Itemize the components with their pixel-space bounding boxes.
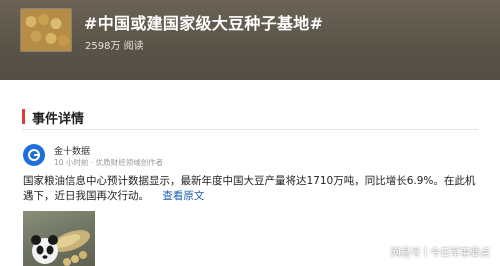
source-watermark: 网易号 | 今日军事要点: [391, 243, 490, 259]
topic-cover-image[interactable]: [20, 8, 72, 52]
panda-soybean-illustration: [31, 230, 91, 266]
watermark-account: 今日军事要点: [430, 247, 490, 259]
article-image[interactable]: [23, 211, 95, 266]
topic-title: #中国或建国家级大豆种子基地#: [84, 14, 324, 33]
author-meta: 10 小时前 · 优质财经领域创作者: [54, 158, 164, 167]
topic-banner: #中国或建国家级大豆种子基地# 2598万 阅读: [0, 0, 500, 80]
article-text: 国家粮油信息中心预计数据显示，最新年度中国大豆产量将达1710万吨，同比增长6.…: [23, 175, 476, 202]
divider: [22, 129, 478, 130]
article-content: 国家粮油信息中心预计数据显示，最新年度中国大豆产量将达1710万吨，同比增长6.…: [23, 174, 483, 204]
author-name[interactable]: 金十数据: [54, 144, 90, 157]
section-title: 事件详情: [32, 112, 85, 127]
author-avatar[interactable]: [23, 144, 45, 166]
jin10-logo-icon: [28, 149, 40, 161]
view-original-link[interactable]: 查看原文: [162, 190, 204, 202]
watermark-separator: |: [423, 245, 427, 257]
watermark-platform: 网易号: [390, 247, 421, 259]
section-accent-bar: [22, 109, 25, 124]
topic-read-count: 2598万 阅读: [85, 41, 144, 52]
